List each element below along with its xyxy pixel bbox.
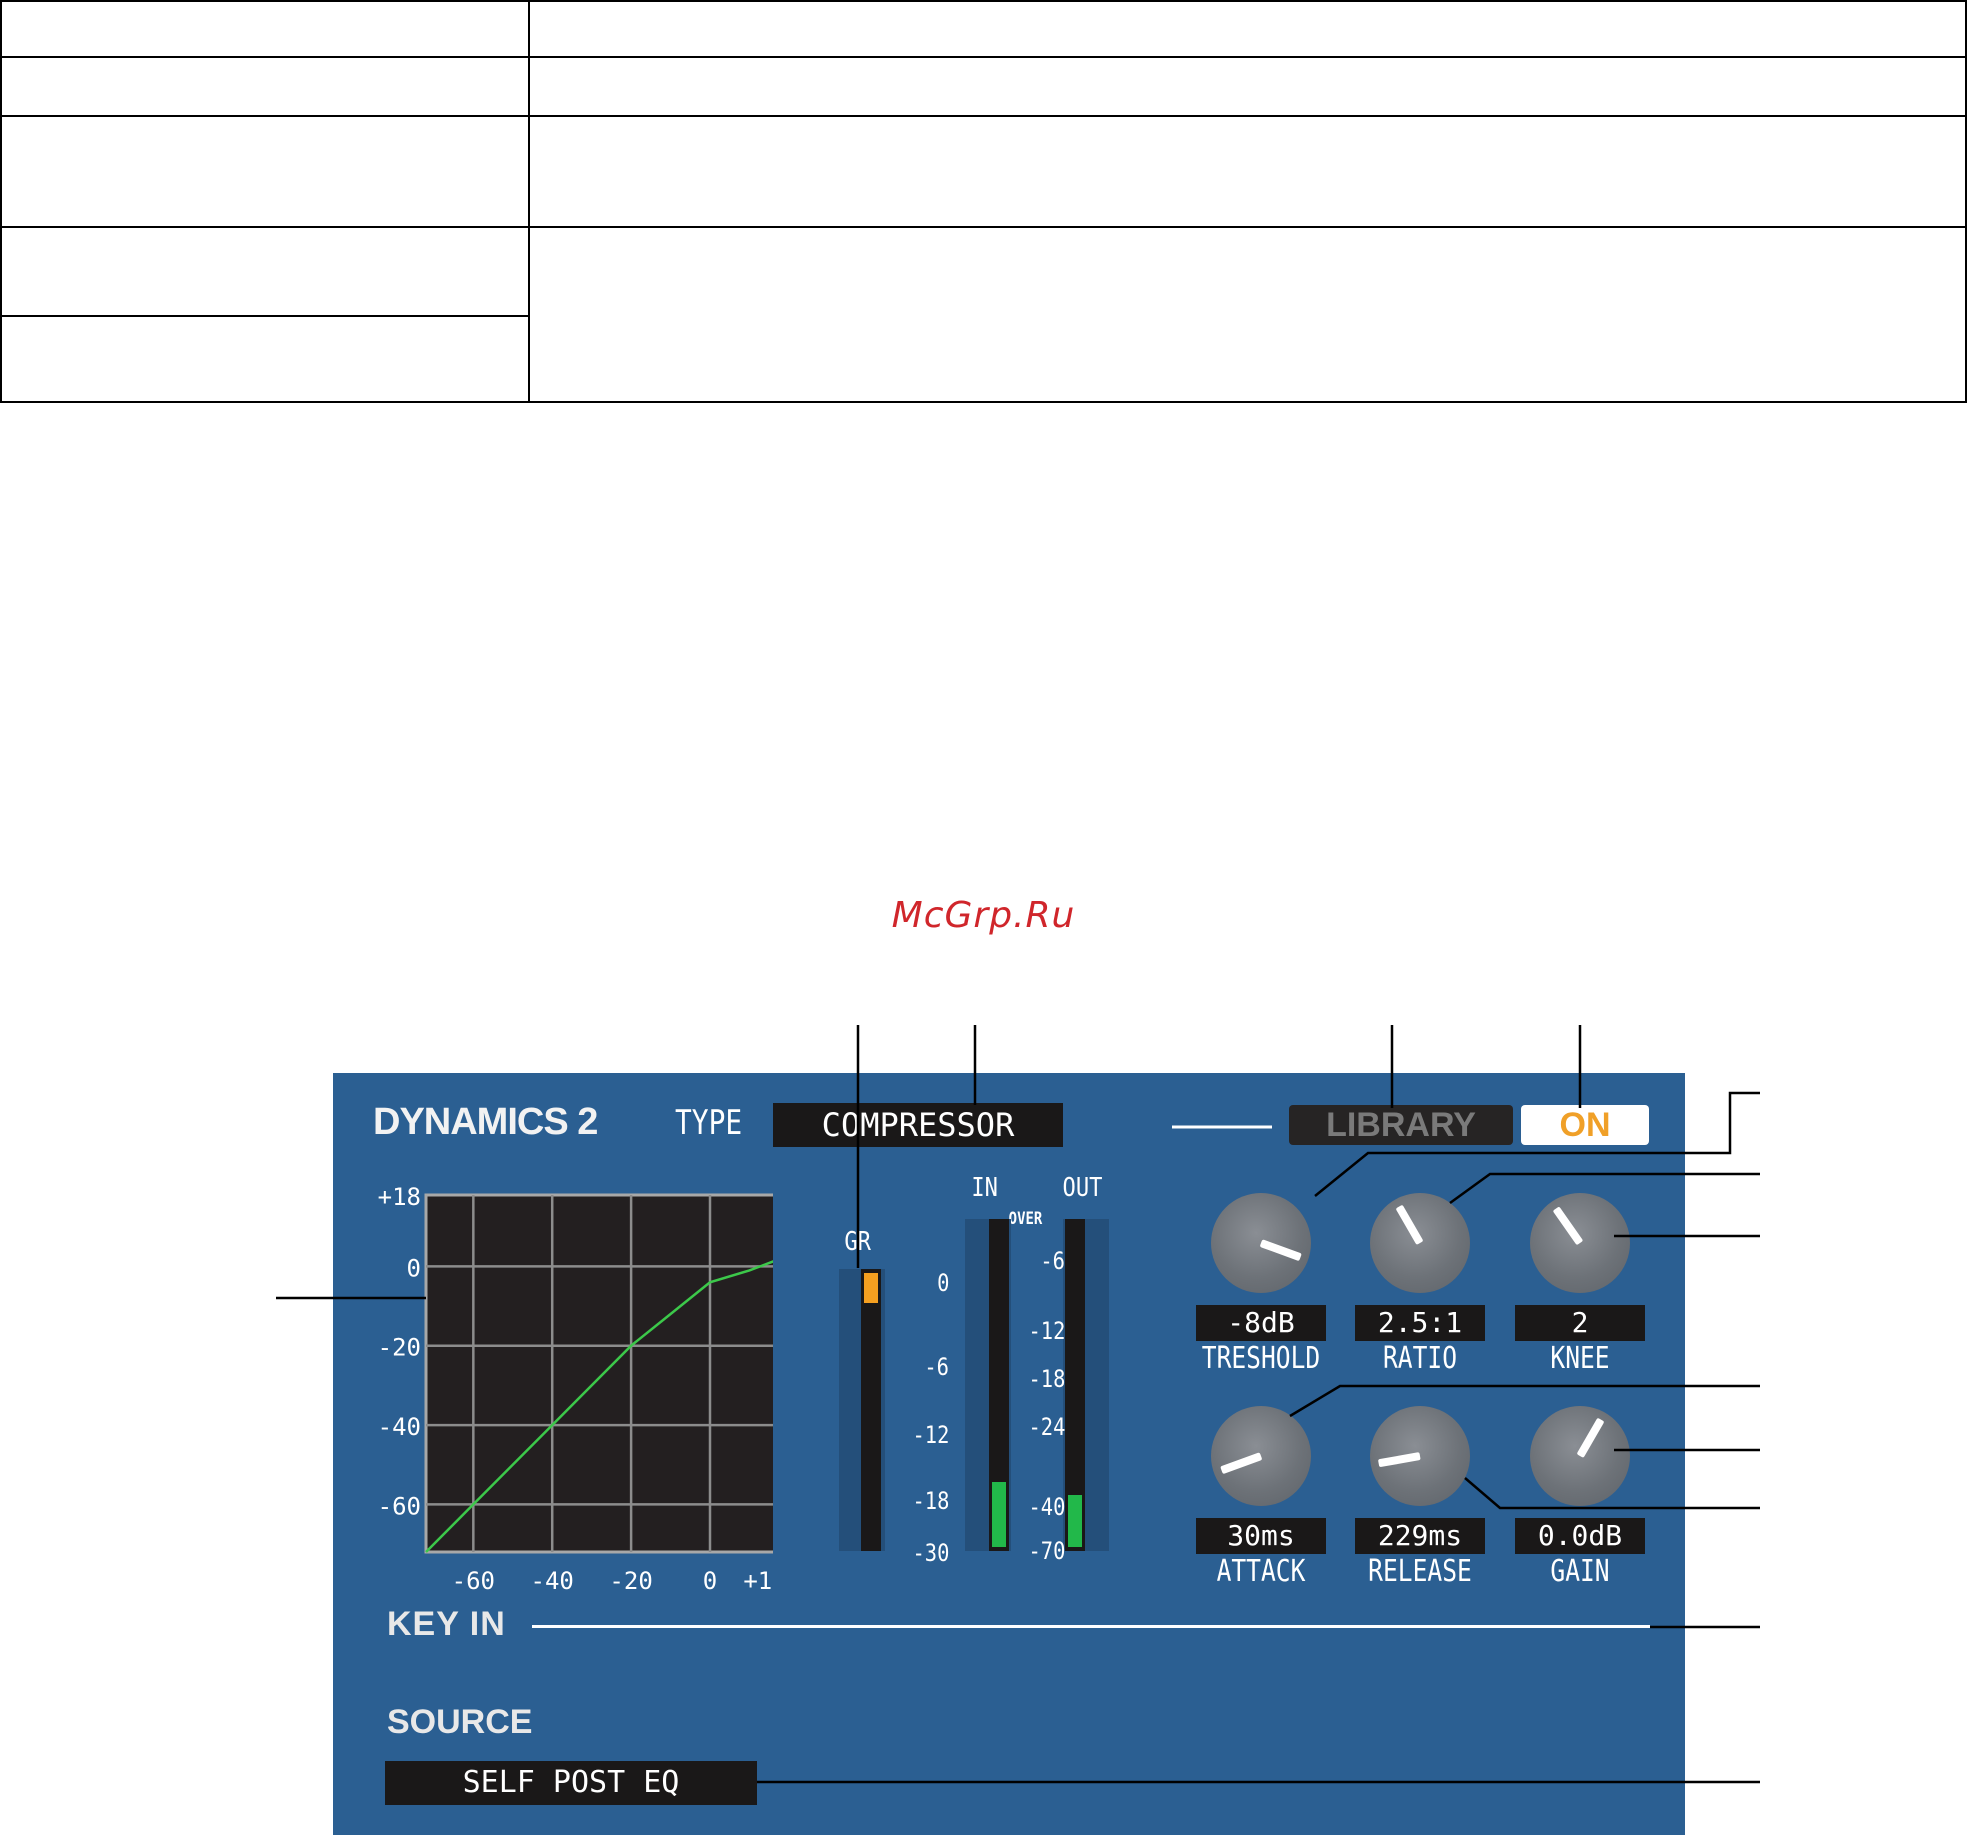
- knee-knob-pointer: [1552, 1206, 1584, 1246]
- key-in-divider: [532, 1625, 1650, 1628]
- ratio-knob-pointer: [1395, 1204, 1424, 1245]
- dynamics-panel: DYNAMICS 2 TYPE COMPRESSOR LIBRARY ON +1…: [333, 1073, 1685, 1835]
- table-row: [0, 56, 1967, 115]
- release-value[interactable]: 229ms: [1355, 1518, 1485, 1554]
- treshold-label: TRESHOLD: [1201, 1341, 1321, 1376]
- gain-value[interactable]: 0.0dB: [1515, 1518, 1645, 1554]
- table-row: [0, 115, 1967, 226]
- spec-table: [0, 0, 1967, 403]
- knee-knob[interactable]: [1530, 1193, 1630, 1293]
- table-border-bottom: [0, 401, 1967, 403]
- release-knob-pointer: [1377, 1452, 1421, 1468]
- ratio-label: RATIO: [1382, 1341, 1458, 1376]
- attack-label: ATTACK: [1216, 1554, 1306, 1589]
- knee-value[interactable]: 2: [1515, 1305, 1645, 1341]
- ratio-value[interactable]: 2.5:1: [1355, 1305, 1485, 1341]
- release-knob[interactable]: [1370, 1406, 1470, 1506]
- source-selector[interactable]: SELF POST EQ: [385, 1761, 757, 1805]
- ratio-knob[interactable]: [1370, 1193, 1470, 1293]
- source-label: SOURCE: [387, 1703, 533, 1741]
- treshold-knob-pointer: [1259, 1239, 1302, 1262]
- table-row: [0, 0, 1967, 56]
- release-label: RELEASE: [1368, 1554, 1472, 1589]
- attack-knob-pointer: [1220, 1452, 1263, 1475]
- watermark: McGrp.Ru: [891, 895, 1076, 936]
- knee-label: KNEE: [1550, 1341, 1610, 1376]
- attack-value[interactable]: 30ms: [1196, 1518, 1326, 1554]
- knob-area: -8dB TRESHOLD 2.5:1 RATIO 2 KNEE 30ms ATTACK 229…: [333, 1073, 1685, 1633]
- gain-label: GAIN: [1550, 1554, 1610, 1589]
- table-row: [0, 226, 1967, 401]
- treshold-value[interactable]: -8dB: [1196, 1305, 1326, 1341]
- attack-knob[interactable]: [1211, 1406, 1311, 1506]
- key-in-label: KEY IN: [387, 1605, 506, 1643]
- gain-knob[interactable]: [1530, 1406, 1630, 1506]
- gain-knob-pointer: [1576, 1417, 1605, 1458]
- treshold-knob[interactable]: [1211, 1193, 1311, 1293]
